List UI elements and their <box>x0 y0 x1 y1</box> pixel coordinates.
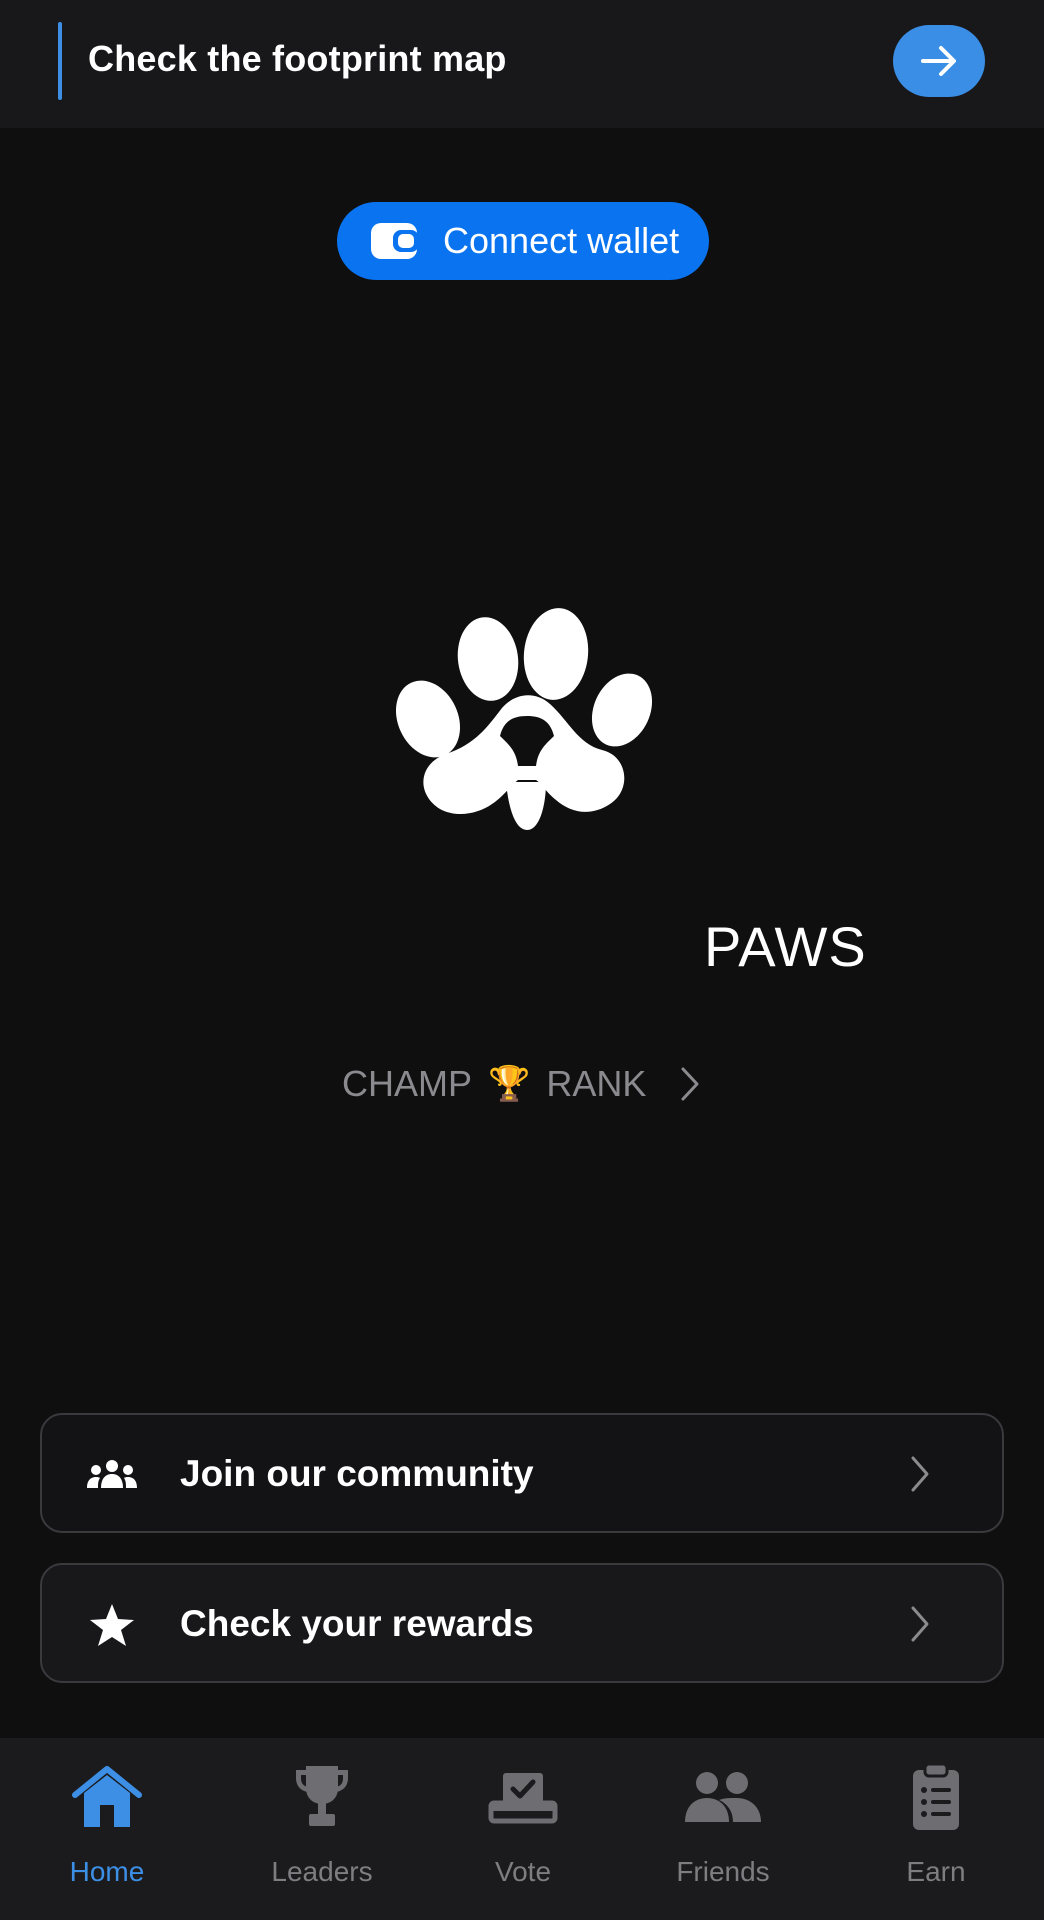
trophy-icon <box>282 1760 362 1834</box>
clipboard-icon <box>896 1760 976 1834</box>
footprint-map-banner[interactable]: Check the footprint map <box>0 0 1044 128</box>
nav-label-home: Home <box>69 1856 145 1887</box>
people-icon <box>86 1451 138 1499</box>
ballot-icon <box>483 1760 563 1834</box>
check-rewards-button[interactable]: Check your rewards <box>40 1563 1004 1683</box>
nav-item-home[interactable]: Home <box>27 1760 187 1900</box>
nav-item-earn[interactable]: Earn <box>856 1760 1016 1900</box>
friends-icon <box>683 1760 763 1834</box>
chevron-right-icon <box>911 1606 929 1642</box>
nav-label-leaders: Leaders <box>271 1856 373 1887</box>
banner-go-button[interactable] <box>893 25 985 97</box>
join-community-label: Join our community <box>180 1453 534 1494</box>
balance-unit: PAWS <box>704 915 867 978</box>
nav-label-vote: Vote <box>494 1856 552 1887</box>
bottom-navigation: Home Leaders Vote Friends Earn <box>0 1738 1044 1920</box>
chevron-right-icon <box>911 1456 929 1492</box>
check-rewards-label: Check your rewards <box>180 1603 534 1644</box>
chevron-right-icon <box>681 1067 699 1101</box>
banner-accent-bar <box>58 22 62 100</box>
arrow-right-icon <box>921 46 956 76</box>
connect-wallet-label: Connect wallet <box>443 220 680 261</box>
app-screen: Check the footprint map Connect wallet P… <box>0 0 1044 1920</box>
wallet-icon <box>371 223 419 259</box>
rank-link[interactable]: CHAMP 🏆 RANK <box>342 1058 700 1110</box>
nav-item-vote[interactable]: Vote <box>443 1760 603 1900</box>
join-community-button[interactable]: Join our community <box>40 1413 1004 1533</box>
nav-item-friends[interactable]: Friends <box>643 1760 803 1900</box>
banner-title: Check the footprint map <box>88 38 507 79</box>
nav-label-friends: Friends <box>676 1856 770 1887</box>
nav-label-earn: Earn <box>906 1856 966 1887</box>
trophy-icon: 🏆 <box>488 1065 531 1103</box>
rank-suffix: RANK <box>546 1063 647 1104</box>
paw-icon <box>396 608 653 830</box>
home-icon <box>67 1760 147 1834</box>
connect-wallet-button[interactable]: Connect wallet <box>337 202 709 280</box>
star-icon <box>86 1601 138 1649</box>
rank-prefix: CHAMP <box>342 1063 473 1104</box>
nav-item-leaders[interactable]: Leaders <box>242 1760 402 1900</box>
